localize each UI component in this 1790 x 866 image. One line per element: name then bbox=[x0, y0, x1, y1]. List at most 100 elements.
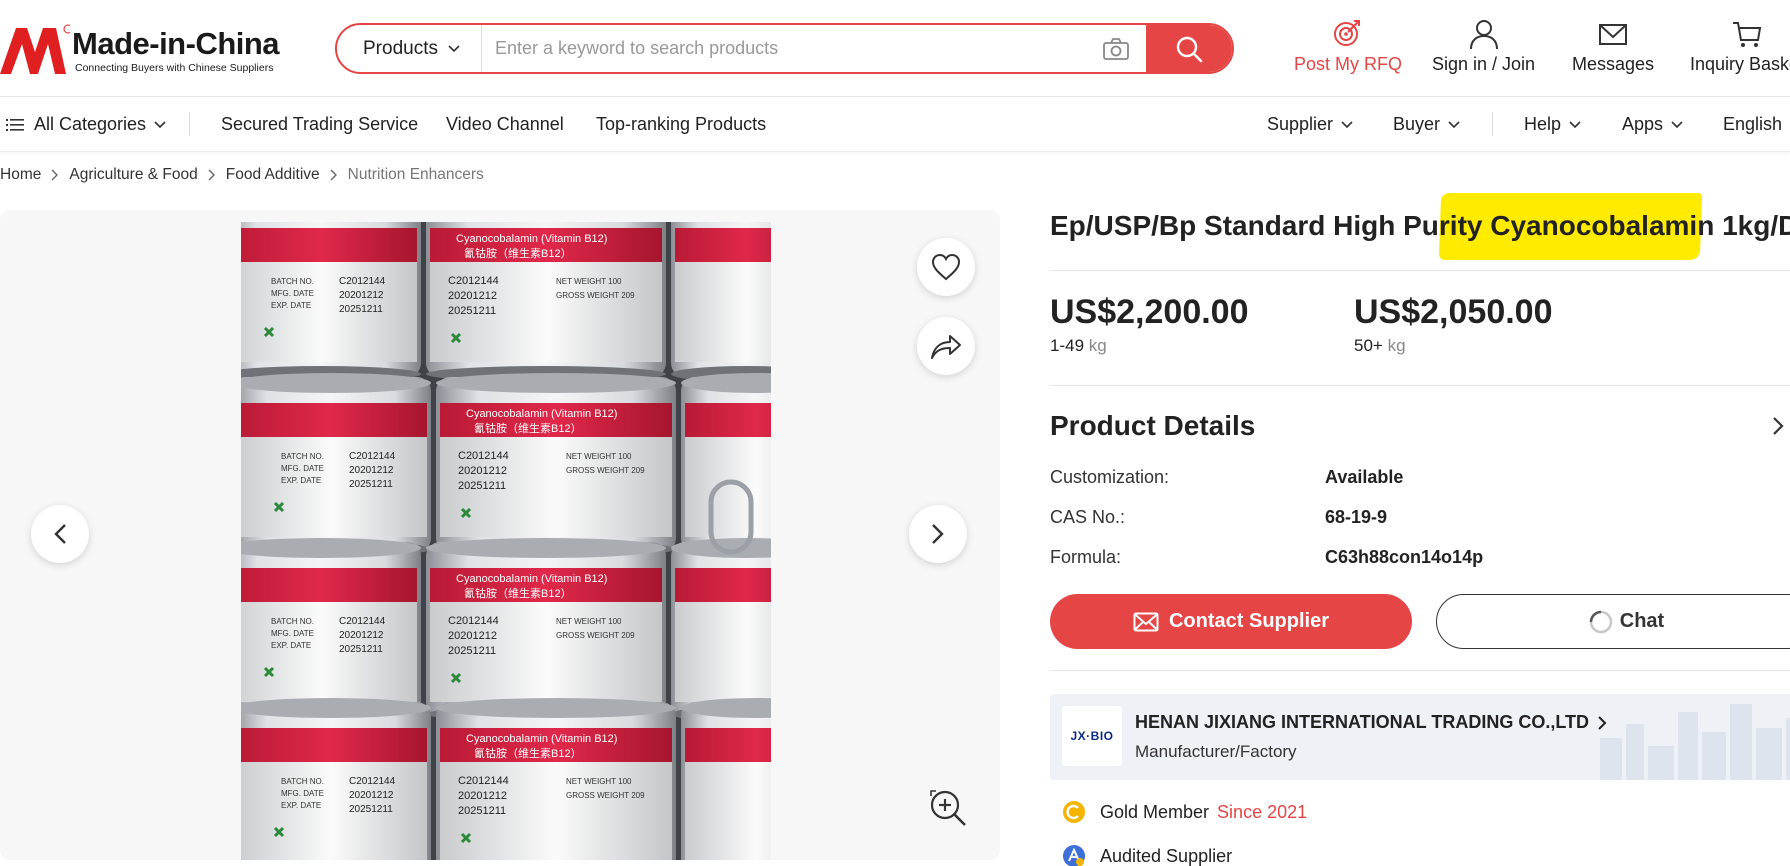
chevron-right-icon bbox=[932, 524, 944, 544]
camera-icon[interactable] bbox=[1102, 36, 1130, 62]
post-rfq-label: Post My RFQ bbox=[1294, 54, 1403, 74]
svg-text:20251211: 20251211 bbox=[349, 804, 393, 815]
spec-customization-value: Available bbox=[1325, 467, 1404, 487]
svg-text:Cyanocobalamin (Vitamin B12): Cyanocobalamin (Vitamin B12) bbox=[456, 233, 607, 245]
search-category-select[interactable]: Products bbox=[337, 25, 482, 72]
gold-member-label: Gold Member bbox=[1100, 801, 1210, 822]
nav-video-channel[interactable]: Video Channel bbox=[446, 114, 564, 135]
svg-text:氰钴胺（维生素B12）: 氰钴胺（维生素B12） bbox=[474, 421, 582, 435]
nav-language-menu[interactable]: English bbox=[1723, 114, 1790, 135]
nav-apps-menu[interactable]: Apps bbox=[1622, 114, 1683, 135]
price-tier-2-qty: 50+ kg bbox=[1354, 336, 1406, 356]
search-button[interactable] bbox=[1146, 25, 1232, 72]
nav-help-label: Help bbox=[1524, 114, 1562, 134]
svg-text:MFG. DATE: MFG. DATE bbox=[271, 629, 314, 638]
nav-secured-trading-label: Secured Trading Service bbox=[221, 114, 419, 134]
product-photo[interactable]: BATCH NO. MFG. DATE EXP. DATE C2012144 20201… bbox=[241, 222, 771, 860]
messages-link[interactable]: Messages bbox=[1572, 18, 1654, 78]
nav-secured-trading[interactable]: Secured Trading Service bbox=[221, 114, 418, 135]
share-icon bbox=[931, 335, 961, 359]
svg-text:BATCH NO.: BATCH NO. bbox=[281, 777, 324, 786]
envelope-icon bbox=[1133, 612, 1159, 631]
search-input[interactable] bbox=[495, 33, 1115, 64]
svg-text:20201212: 20201212 bbox=[339, 630, 384, 641]
contact-supplier-button[interactable]: Contact Supplier bbox=[1050, 594, 1412, 649]
list-icon bbox=[6, 118, 24, 131]
nav-divider bbox=[189, 112, 190, 136]
breadcrumb-agriculture[interactable]: Agriculture & Food bbox=[69, 166, 197, 184]
svg-text:20251211: 20251211 bbox=[458, 480, 506, 492]
post-rfq-link[interactable]: Post My RFQ bbox=[1294, 18, 1402, 78]
nav-supplier-menu[interactable]: Supplier bbox=[1267, 114, 1353, 135]
chevron-right-icon bbox=[208, 169, 215, 181]
svg-text:EXP. DATE: EXP. DATE bbox=[281, 476, 321, 485]
photo-tin: BATCH NO. MFG. DATE EXP. DATE C2012144 20201… bbox=[241, 698, 431, 860]
all-categories-menu[interactable]: All Categories bbox=[6, 114, 166, 135]
search-category-label: Products bbox=[363, 37, 438, 59]
svg-text:20251211: 20251211 bbox=[458, 805, 506, 817]
next-image-button[interactable] bbox=[909, 505, 967, 563]
photo-tin: Cyanocobalamin (Vitamin B12)氰钴胺（维生素B12） C… bbox=[426, 222, 666, 382]
chevron-right-icon[interactable] bbox=[1772, 416, 1784, 436]
breadcrumb: Home Agriculture & Food Food Additive Nu… bbox=[0, 166, 484, 184]
previous-image-button[interactable] bbox=[31, 505, 89, 563]
chevron-down-icon bbox=[1341, 120, 1353, 128]
gold-member-icon bbox=[1063, 801, 1085, 823]
supplier-name-link[interactable]: HENAN JIXIANG INTERNATIONAL TRADING CO.,… bbox=[1135, 712, 1607, 733]
nav-help-menu[interactable]: Help bbox=[1524, 114, 1581, 135]
breadcrumb-nutrition[interactable]: Nutrition Enhancers bbox=[348, 166, 484, 184]
nav-buyer-menu[interactable]: Buyer bbox=[1393, 114, 1460, 135]
photo-tin: BATCH NO. MFG. DATE EXP. DATE C2012144 20201… bbox=[241, 538, 421, 722]
photo-tin: BATCH NO. MFG. DATE EXP. DATE C2012144 20201… bbox=[241, 373, 431, 557]
member-since: Since 2021 bbox=[1217, 801, 1308, 822]
spec-customization-label: Customization: bbox=[1050, 467, 1170, 487]
search-bar: Products bbox=[335, 23, 1234, 74]
svg-text:C2012144: C2012144 bbox=[458, 775, 509, 787]
nav-buyer-label: Buyer bbox=[1393, 114, 1441, 134]
nav-language-label: English bbox=[1723, 114, 1783, 134]
favorite-button[interactable] bbox=[917, 238, 975, 296]
zoom-in-icon[interactable] bbox=[928, 788, 968, 828]
supplier-type: Manufacturer/Factory bbox=[1135, 742, 1297, 761]
inquiry-basket-link[interactable]: Inquiry Basket bbox=[1690, 18, 1790, 78]
svg-text:20201212: 20201212 bbox=[448, 630, 497, 642]
svg-text:MFG. DATE: MFG. DATE bbox=[271, 289, 314, 298]
supplier-card[interactable]: JX·BIO HENAN JIXIANG INTERNATIONAL TRADI… bbox=[1050, 694, 1790, 780]
price-tier-1-range: 1-49 bbox=[1050, 336, 1085, 355]
spec-cas-value: 68-19-9 bbox=[1325, 507, 1388, 527]
site-logo[interactable]: Made-in-China Connecting Buyers with Chi… bbox=[0, 22, 280, 78]
chevron-down-icon bbox=[448, 44, 460, 52]
city-skyline-decoration bbox=[1600, 704, 1790, 780]
svg-text:NET WEIGHT 100: NET WEIGHT 100 bbox=[556, 617, 622, 626]
contact-supplier-label: Contact Supplier bbox=[1168, 610, 1329, 632]
sign-in-link[interactable]: Sign in / Join bbox=[1432, 18, 1535, 78]
chat-button[interactable]: Chat bbox=[1436, 594, 1790, 649]
svg-text:C2012144: C2012144 bbox=[349, 776, 396, 787]
spec-formula-label: Formula: bbox=[1050, 547, 1122, 567]
svg-text:BATCH NO.: BATCH NO. bbox=[271, 277, 314, 286]
supplier-name: HENAN JIXIANG INTERNATIONAL TRADING CO.,… bbox=[1135, 712, 1589, 732]
chat-label: Chat bbox=[1619, 610, 1665, 632]
svg-text:Cyanocobalamin (Vitamin B12): Cyanocobalamin (Vitamin B12) bbox=[466, 408, 617, 420]
audited-supplier-icon bbox=[1063, 845, 1085, 866]
price-tier-1-qty: 1-49 kg bbox=[1050, 336, 1107, 356]
loading-spinner-icon bbox=[1589, 610, 1613, 633]
breadcrumb-home[interactable]: Home bbox=[0, 166, 41, 184]
chevron-left-icon bbox=[54, 524, 66, 544]
logo-name: Made-in-China bbox=[72, 26, 280, 61]
svg-text:GROSS WEIGHT 209: GROSS WEIGHT 209 bbox=[556, 631, 635, 640]
svg-text:NET WEIGHT 100: NET WEIGHT 100 bbox=[566, 777, 632, 786]
photo-tin bbox=[671, 222, 771, 382]
svg-text:20251211: 20251211 bbox=[448, 645, 496, 657]
chevron-down-icon bbox=[154, 120, 166, 128]
product-details-heading: Product Details bbox=[1050, 410, 1256, 441]
svg-text:C2012144: C2012144 bbox=[339, 616, 386, 627]
svg-text:BATCH NO.: BATCH NO. bbox=[271, 617, 314, 626]
breadcrumb-food-additive[interactable]: Food Additive bbox=[226, 166, 320, 184]
product-title: Ep/USP/Bp Standard High Purity Cyanocoba… bbox=[1050, 210, 1790, 241]
search-icon bbox=[1176, 36, 1203, 62]
share-button[interactable] bbox=[917, 317, 975, 375]
svg-text:氰钴胺（维生素B12）: 氰钴胺（维生素B12） bbox=[474, 746, 582, 760]
nav-top-ranking[interactable]: Top-ranking Products bbox=[596, 114, 766, 135]
audited-supplier-label: Audited Supplier bbox=[1100, 845, 1233, 866]
